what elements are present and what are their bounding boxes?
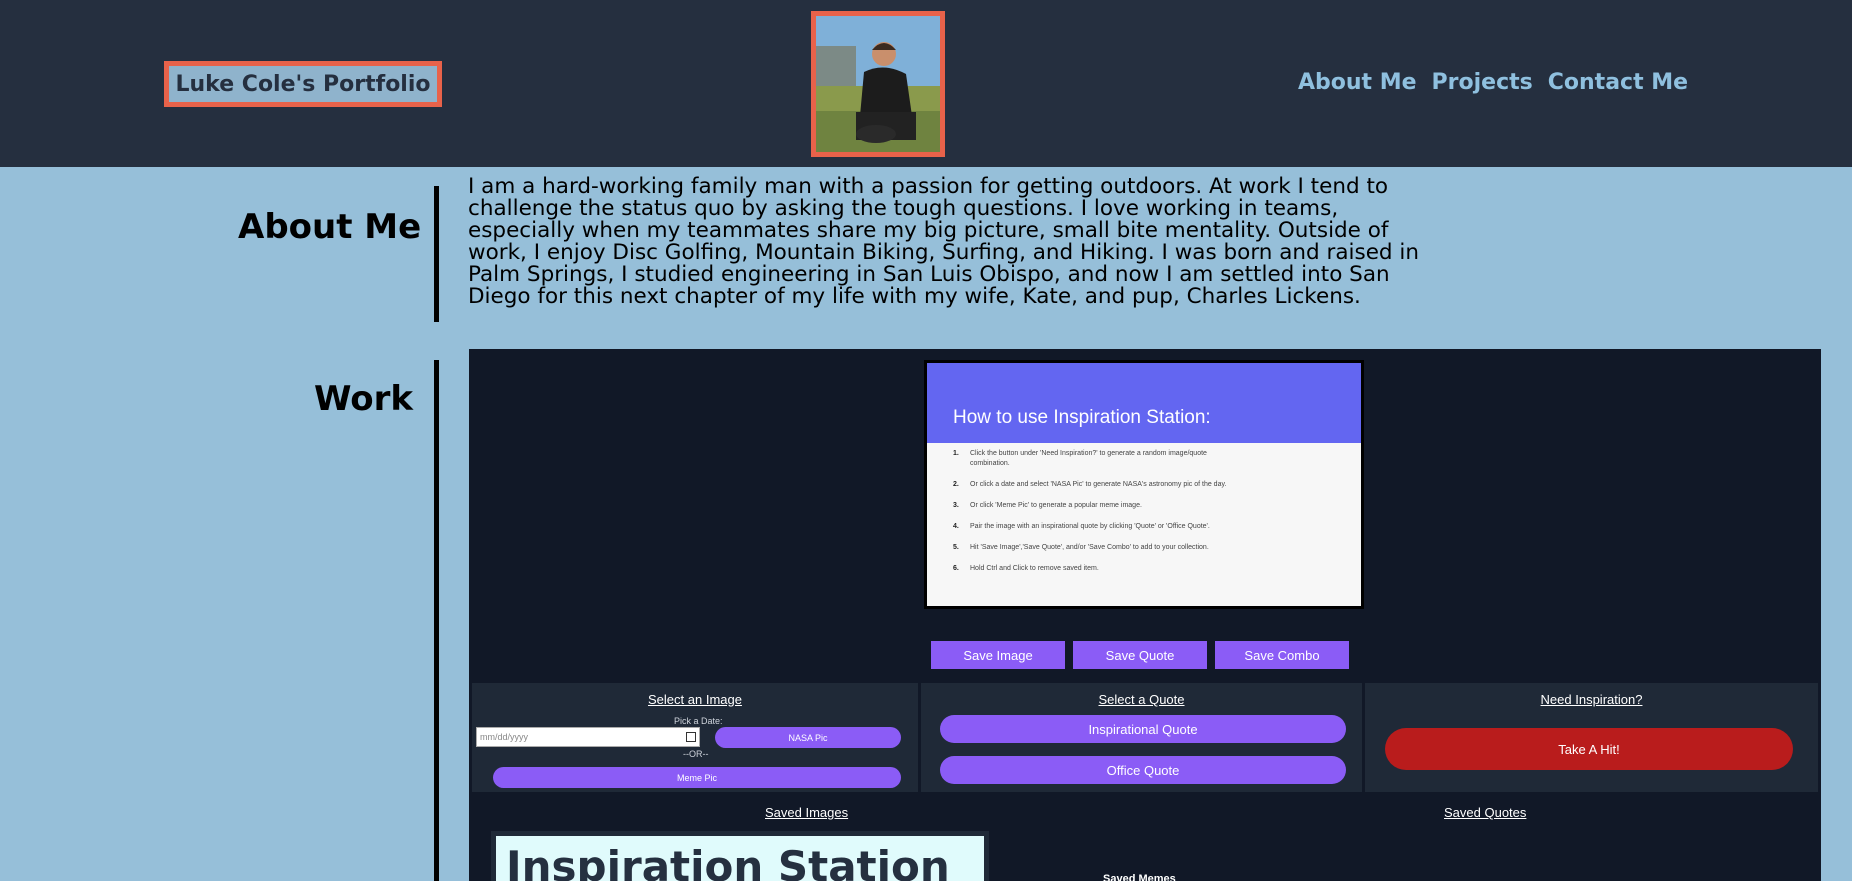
avatar xyxy=(811,11,945,157)
select-image-panel: Select an Image Pick a Date: mm/dd/yyyy … xyxy=(472,683,918,792)
date-placeholder: mm/dd/yyyy xyxy=(480,732,529,742)
need-inspiration-panel: Need Inspiration? Take A Hit! xyxy=(1365,683,1818,792)
list-item: 6. Hold Ctrl and Click to remove saved it… xyxy=(953,565,1099,572)
avatar-photo xyxy=(816,16,940,152)
office-quote-button[interactable]: Office Quote xyxy=(940,756,1346,784)
list-item: 4. Pair the image with an inspirational q… xyxy=(953,523,1210,530)
meme-pic-button[interactable]: Meme Pic xyxy=(493,767,901,788)
date-label: Pick a Date: xyxy=(674,716,723,726)
list-item: 1. Click the button under 'Need Inspirati… xyxy=(953,450,1207,467)
list-item: 5. Hit 'Save Image','Save Quote', and/or … xyxy=(953,544,1209,551)
work-heading: Work xyxy=(314,379,414,419)
list-item: 3. Or click 'Meme Pic' to generate a popu… xyxy=(953,502,1142,509)
saved-image-card[interactable]: Inspiration Station xyxy=(491,831,989,881)
instructions-card: How to use Inspiration Station: 1. Click … xyxy=(924,360,1364,609)
date-input[interactable]: mm/dd/yyyy xyxy=(476,727,700,747)
calendar-icon[interactable] xyxy=(686,732,696,742)
select-quote-panel: Select a Quote Inspirational Quote Offic… xyxy=(921,683,1362,792)
saved-images-title: Saved Images xyxy=(765,805,849,820)
instructions-list: 1. Click the button under 'Need Inspirati… xyxy=(927,443,1361,574)
save-combo-button[interactable]: Save Combo xyxy=(1215,641,1349,669)
nav-contact-me[interactable]: Contact Me xyxy=(1548,70,1688,95)
need-inspiration-title: Need Inspiration? xyxy=(1540,692,1643,707)
nav-projects[interactable]: Projects xyxy=(1432,70,1533,95)
site-header: Luke Cole's Portfolio About Me Projects … xyxy=(0,0,1852,167)
saved-quotes-title: Saved Quotes xyxy=(1444,805,1527,820)
brand-title[interactable]: Luke Cole's Portfolio xyxy=(176,72,431,97)
select-image-title: Select an Image xyxy=(648,692,742,707)
save-quote-button[interactable]: Save Quote xyxy=(1073,641,1207,669)
or-divider-text: --OR-- xyxy=(683,749,709,759)
inspirational-quote-button[interactable]: Inspirational Quote xyxy=(940,715,1346,743)
saved-image: Inspiration Station xyxy=(496,836,984,881)
saved-memes-title: Saved Memes xyxy=(1103,873,1176,881)
save-buttons: Save Image Save Quote Save Combo xyxy=(931,641,1349,669)
about-divider xyxy=(434,186,439,322)
work-divider xyxy=(434,360,439,881)
save-image-button[interactable]: Save Image xyxy=(931,641,1065,669)
list-item: 2. Or click a date and select 'NASA Pic' … xyxy=(953,481,1227,488)
take-a-hit-button[interactable]: Take A Hit! xyxy=(1385,728,1793,770)
nasa-pic-button[interactable]: NASA Pic xyxy=(715,727,901,748)
brand-logo[interactable]: Luke Cole's Portfolio xyxy=(164,61,442,107)
select-quote-title: Select a Quote xyxy=(1098,692,1185,707)
main-nav: About Me Projects Contact Me xyxy=(1298,70,1688,95)
about-me-text: I am a hard-working family man with a pa… xyxy=(468,174,1420,309)
project-screenshot[interactable]: How to use Inspiration Station: 1. Click … xyxy=(469,349,1821,881)
nav-about-me[interactable]: About Me xyxy=(1298,70,1417,95)
about-me-heading: About Me xyxy=(238,207,422,247)
saved-image-text: Inspiration Station xyxy=(506,842,950,881)
instructions-header: How to use Inspiration Station: xyxy=(927,363,1361,443)
instructions-title: How to use Inspiration Station: xyxy=(953,407,1211,428)
